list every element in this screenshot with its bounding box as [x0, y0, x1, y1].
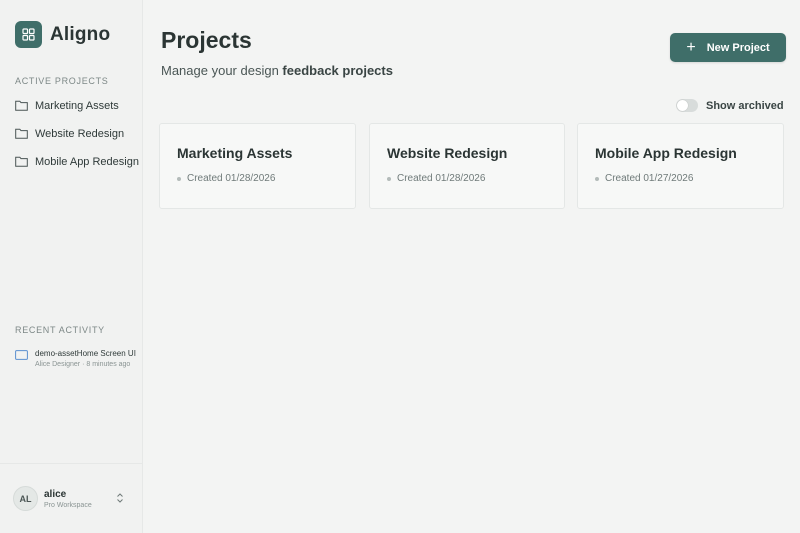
- user-name: alice: [44, 488, 67, 500]
- sidebar-item-mobile-app-redesign[interactable]: Mobile App Redesign: [15, 154, 139, 169]
- brand-name: Aligno: [50, 23, 111, 45]
- project-card-created-text: Created 01/27/2026: [605, 173, 694, 184]
- page-subtitle: Manage your design feedback projects: [161, 63, 393, 78]
- recent-activity-heading: RECENT ACTIVITY: [15, 325, 105, 335]
- status-dot-icon: [387, 176, 391, 181]
- screen-icon: [15, 350, 28, 360]
- plus-icon: +: [686, 38, 696, 56]
- brand[interactable]: Aligno: [15, 21, 110, 48]
- sidebar-item-website-redesign[interactable]: Website Redesign: [15, 126, 139, 141]
- page-subtitle-emphasis: feedback projects: [282, 63, 393, 78]
- user-profile[interactable]: AL alice Pro Workspace: [13, 486, 92, 511]
- show-archived-toggle[interactable]: [676, 99, 698, 112]
- folder-icon: [15, 128, 28, 139]
- project-card-created-text: Created 01/28/2026: [187, 173, 276, 184]
- project-card-created: Created 01/27/2026: [595, 173, 693, 184]
- project-card-mobile-app-redesign[interactable]: Mobile App Redesign Created 01/27/2026: [577, 123, 784, 209]
- project-card-title: Website Redesign: [387, 145, 508, 161]
- activity-title: demo-assetHome Screen UI: [35, 349, 136, 358]
- sidebar-item-label: Website Redesign: [35, 127, 125, 140]
- user-plan: Pro Workspace: [44, 501, 92, 509]
- sidebar-item-label: Marketing Assets: [35, 99, 119, 112]
- grid-icon: [15, 21, 42, 48]
- show-archived-control: Show archived: [676, 99, 784, 112]
- project-card-created: Created 01/28/2026: [387, 173, 485, 184]
- activity-subtitle: Alice Designer · 8 minutes ago: [35, 361, 131, 368]
- page-subtitle-text: Manage your design: [161, 63, 283, 78]
- new-project-label: New Project: [706, 41, 770, 54]
- show-archived-label: Show archived: [706, 99, 784, 112]
- sidebar-item-label: Mobile App Redesign: [35, 155, 139, 168]
- active-projects-heading: ACTIVE PROJECTS: [15, 76, 109, 86]
- new-project-button[interactable]: + New Project: [670, 33, 786, 62]
- status-dot-icon: [177, 176, 181, 181]
- chevron-up-down-icon[interactable]: [116, 492, 124, 504]
- avatar: AL: [13, 486, 38, 511]
- project-card-website-redesign[interactable]: Website Redesign Created 01/28/2026: [369, 123, 565, 209]
- page-title: Projects: [161, 27, 252, 53]
- project-card-created: Created 01/28/2026: [177, 173, 275, 184]
- activity-item[interactable]: demo-assetHome Screen UI Alice Designer …: [15, 349, 136, 368]
- project-card-title: Marketing Assets: [177, 145, 293, 161]
- project-card-marketing-assets[interactable]: Marketing Assets Created 01/28/2026: [159, 123, 356, 209]
- sidebar-divider: [0, 463, 142, 464]
- status-dot-icon: [595, 176, 599, 181]
- active-projects-list: Marketing Assets Website Redesign Mobile…: [15, 98, 139, 182]
- folder-icon: [15, 156, 28, 167]
- sidebar-item-marketing-assets[interactable]: Marketing Assets: [15, 98, 139, 113]
- sidebar: Aligno ACTIVE PROJECTS Marketing Assets …: [0, 0, 143, 533]
- project-card-title: Mobile App Redesign: [595, 145, 737, 161]
- folder-icon: [15, 100, 28, 111]
- project-card-created-text: Created 01/28/2026: [397, 173, 486, 184]
